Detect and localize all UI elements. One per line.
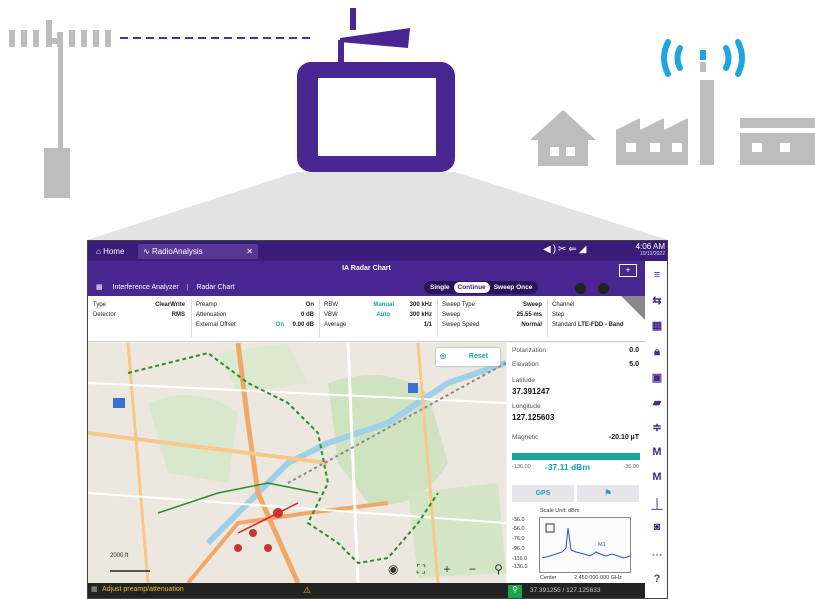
measurement-panel: Polarization 0.0 Elevation 5.0 Latitude … [507,343,645,583]
cell-tower-icon [9,20,111,198]
sweep-mode-selector: Single Continue Sweep Once [424,281,539,294]
longitude-label: Longitude [512,403,541,410]
param-group-bandwidth: RBW Manual 300 kHz VBW Auto 300 kHz Average 1… [324,302,432,328]
locate-icon[interactable]: ◉ [388,562,398,576]
more-icon[interactable]: ⋯ [645,548,667,561]
system-tray-icons: ◀)✂⇐◢ [543,244,589,255]
status-coordinates: 37.391255 / 127.125633 [530,587,601,594]
warning-icon: ⚠ [303,585,312,595]
param-group-sweep: Sweep Type Sweep Sweep 25.55 ms Sweep Spee… [442,302,542,328]
flag-icon: ⚑ [603,488,613,498]
zoom-out-icon[interactable]: − [469,562,476,576]
projection-cone [87,172,668,240]
breadcrumb-view[interactable]: Radar Chart [196,284,234,291]
mini-spectrum: Scale Unit: dBm -36.0 -56.0 -76.0 -96.0 … [512,508,640,582]
markers-icon[interactable]: ≑ [645,421,667,434]
signal-level-min: -136.00 [512,464,531,470]
antenna-icon [338,8,410,70]
factory-icon [616,80,714,165]
map-controls: ◉ ⛶ + − ⚲ [388,561,503,577]
status-dot-2[interactable] [598,283,609,294]
house-icon [530,110,596,166]
page-title: IA Radar Chart [342,265,391,272]
gps-indicator-icon: ⚲ [508,585,522,598]
map-view[interactable]: ◎ Reset 2000 ft ◉ ⛶ + − ⚲ [88,343,506,583]
search-icon[interactable]: ⚲ [494,562,503,576]
add-button[interactable]: + [619,264,637,277]
spectrum-center-freq: 2.450 000 000 GHz [574,575,622,581]
hamburger-menu-icon[interactable]: ≡ [645,269,667,281]
peak-icon[interactable]: ⏊ [645,496,667,512]
spectrum-trace [541,523,631,559]
handheld-analyzer-icon [297,62,455,172]
reset-button[interactable]: ◎ Reset [436,348,500,366]
latitude-label: Latitude [512,377,536,384]
fullscreen-icon[interactable]: ⛶ [417,562,425,577]
flag-button[interactable]: ⚑ [577,485,639,502]
polarization-row: Polarization 0.0 [512,347,639,354]
illustration-background [9,8,815,240]
lock-icon[interactable]: 🔒︎ [645,346,667,359]
param-group-trace: Type ClearWrite Detector RMS [93,302,185,318]
expand-icon [545,523,555,533]
camera-icon[interactable]: ◙ [645,521,667,533]
marker-m-icon[interactable]: M [645,446,667,458]
mode-single[interactable]: Single [426,282,454,293]
ytick: -96.0 [512,546,525,552]
marker-m2-icon[interactable]: M [645,471,667,483]
param-group-amplitude: Preamp On Attenuation 0 dB External Offset… [196,302,314,328]
elevation-row: Elevation 5.0 [512,361,639,368]
map-canvas [88,343,506,583]
clock: 4:06 AM 10/12/2022 [635,242,665,257]
spectrum-plot[interactable]: M1 [539,517,631,573]
spectrum-unit: Scale Unit: dBm [540,508,580,514]
ytick: -36.0 [512,517,525,523]
gps-button[interactable]: GPS [512,485,574,502]
illustration-stage: ⌂ Home ∿ RadioAnalysis ✕ ◀)✂⇐◢ 4:06 AM 1… [0,0,815,599]
folder-icon[interactable]: ▰ [645,396,667,409]
grid-status-icon: ▦ [91,586,98,593]
waveform-icon: ∿ [143,247,152,256]
zoom-in-icon[interactable]: + [444,562,451,576]
marker-label: M1 [598,542,606,548]
map-scale: 2000 ft [110,553,129,559]
analyzer-screen: ⌂ Home ∿ RadioAnalysis ✕ ◀)✂⇐◢ 4:06 AM 1… [87,240,668,599]
side-toolbar: ≡ ⇆ ▦ 🔒︎ ▣ ▰ ≑ M M ⏊ ◙ ⋯ ? [645,261,667,598]
close-tab-icon[interactable]: ✕ [246,244,253,259]
settings-sliders-icon[interactable]: ⇆ [645,294,667,307]
status-dot-1[interactable] [575,283,586,294]
ytick: -56.0 [512,526,525,532]
breadcrumb-mode[interactable]: Interference Analyzer [113,284,179,291]
help-icon[interactable]: ? [645,573,667,585]
app-header: IA Radar Chart + ▦ Interference Analyzer… [88,261,645,296]
signal-level-max: -36.00 [623,464,639,470]
status-bar: ▦ Adjust preamp/attenuation ⚠ ⚲ 37.39125… [88,583,645,598]
breadcrumb: ▦ Interference Analyzer | Radar Chart [96,283,235,291]
ytick: -76.0 [512,536,525,542]
magnetic-row: Magnetic -20.10 µT [512,434,639,441]
target-icon: ◎ [440,353,447,360]
home-icon: ⌂ [96,247,104,256]
ytick: -116.0 [512,556,528,562]
tab-home[interactable]: ⌂ Home [91,244,129,259]
tab-bar: ⌂ Home ∿ RadioAnalysis ✕ ◀)✂⇐◢ 4:06 AM 1… [88,241,667,261]
mode-continue[interactable]: Continue [453,282,490,293]
signal-waves-icon [661,39,745,77]
apps-grid-icon[interactable]: ▦ [96,283,103,291]
mode-sweep-once[interactable]: Sweep Once [490,282,537,293]
signal-level-value: -37.11 dBm [545,462,590,472]
spectrum-center-label: Center [540,575,557,581]
store-icon [740,118,815,165]
latitude-value: 37.391247 [512,387,550,396]
longitude-value: 127.125603 [512,413,555,422]
tab-radio-analysis[interactable]: ∿ RadioAnalysis ✕ [138,244,258,259]
parameter-bar[interactable]: Type ClearWrite Detector RMS Preamp On Atte… [88,296,645,342]
ytick: -136.0 [512,564,528,570]
grid-view-icon[interactable]: ▦ [645,319,667,332]
signal-level-bar [512,453,640,460]
corner-fold-icon[interactable] [621,296,645,320]
save-icon[interactable]: ▣ [645,371,667,384]
status-message: Adjust preamp/attenuation [102,586,184,593]
